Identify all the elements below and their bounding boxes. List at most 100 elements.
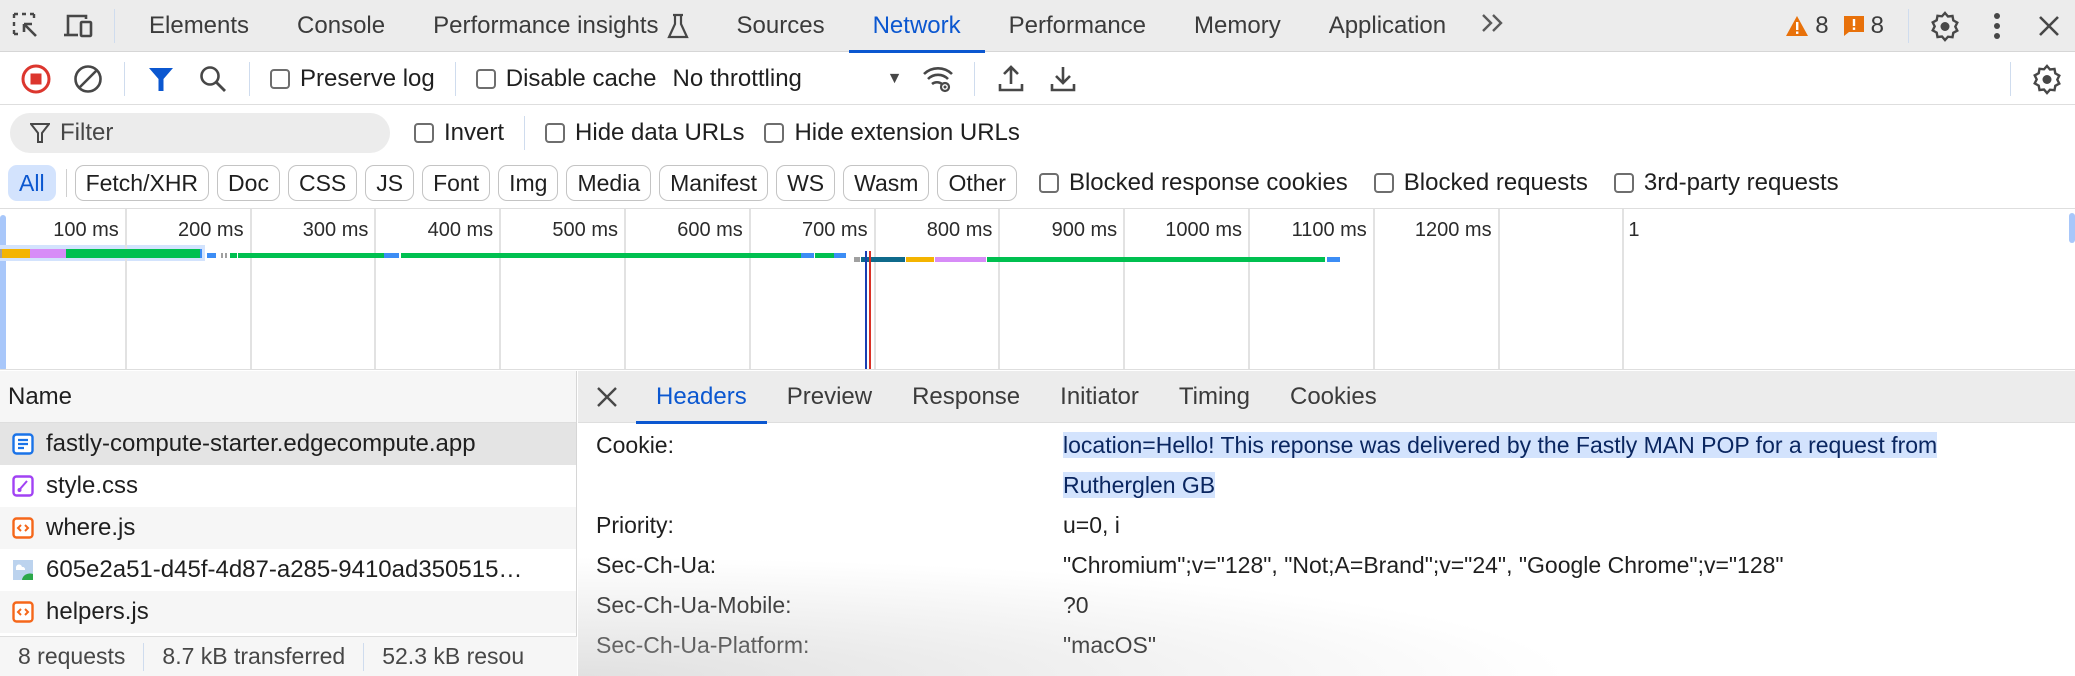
tab-preview[interactable]: Preview xyxy=(767,371,892,423)
request-row[interactable]: style.css xyxy=(0,465,576,507)
overview-request-bar-segment xyxy=(934,257,986,262)
chip-label: Manifest xyxy=(670,169,758,196)
clear-log-icon[interactable] xyxy=(62,53,114,105)
inspect-element-icon[interactable] xyxy=(0,0,52,52)
image-file-icon xyxy=(12,559,34,581)
chip-wasm[interactable]: Wasm xyxy=(843,165,930,201)
tab-label: Performance insights xyxy=(433,11,659,39)
overview-right-handle[interactable] xyxy=(2069,213,2075,243)
blocked-response-cookies-checkbox[interactable]: Blocked response cookies xyxy=(1038,169,1348,197)
issue-icon xyxy=(1843,15,1864,36)
tab-network[interactable]: Network xyxy=(848,0,985,53)
tab-timing[interactable]: Timing xyxy=(1159,371,1270,423)
network-toolbar: Preserve log Disable cache No throttling… xyxy=(0,53,2075,105)
header-value[interactable]: ?0 xyxy=(1063,585,2053,625)
overview-tick-label: 1100 ms xyxy=(1291,219,1367,241)
checkbox-box[interactable] xyxy=(1613,173,1634,193)
request-row[interactable]: where.js xyxy=(0,507,576,549)
tab-performance-insights[interactable]: Performance insights xyxy=(409,0,712,52)
hide-extension-urls-checkbox[interactable]: Hide extension URLs xyxy=(764,119,1020,147)
chip-other[interactable]: Other xyxy=(937,165,1017,201)
tab-cookies[interactable]: Cookies xyxy=(1270,371,1397,423)
chip-css[interactable]: CSS xyxy=(287,165,358,201)
tab-memory[interactable]: Memory xyxy=(1170,0,1305,52)
header-row: Sec-Ch-Ua: "Chromium";v="128", "Not;A=Br… xyxy=(578,545,2075,585)
device-toolbar-icon[interactable] xyxy=(52,0,104,52)
more-tabs-chevron-icon[interactable] xyxy=(1470,10,1516,41)
hide-data-urls-checkbox[interactable]: Hide data URLs xyxy=(545,119,744,147)
transferred-size: 8.7 kB transferred xyxy=(162,643,346,669)
chip-ws[interactable]: WS xyxy=(776,165,836,201)
blocked-requests-checkbox[interactable]: Blocked requests xyxy=(1373,169,1588,197)
filter-funnel-icon[interactable] xyxy=(135,53,187,105)
tab-sources[interactable]: Sources xyxy=(713,0,849,52)
export-har-download-icon[interactable] xyxy=(1037,53,1089,105)
header-value[interactable]: u=0, i xyxy=(1063,505,2053,545)
chip-img[interactable]: Img xyxy=(498,165,559,201)
overview-request-bar-segment xyxy=(853,257,860,262)
chip-fetch-xhr[interactable]: Fetch/XHR xyxy=(74,165,210,201)
separator xyxy=(1908,8,1909,43)
checkbox-box[interactable] xyxy=(270,68,290,89)
invert-checkbox[interactable]: Invert xyxy=(414,119,504,147)
request-name: helpers.js xyxy=(46,598,149,625)
disable-cache-checkbox[interactable]: Disable cache xyxy=(475,65,656,93)
checkbox-box[interactable] xyxy=(545,123,566,143)
request-row[interactable]: helpers.js xyxy=(0,591,576,633)
preserve-log-checkbox[interactable]: Preserve log xyxy=(270,65,435,93)
checkbox-box[interactable] xyxy=(1038,173,1059,193)
warnings-badge[interactable]: 8 xyxy=(1785,12,1829,40)
header-value[interactable]: location=Hello! This reponse was deliver… xyxy=(1063,425,2053,505)
chip-js[interactable]: JS xyxy=(365,165,415,201)
checkbox-box[interactable] xyxy=(475,68,496,89)
checkbox-label: Hide data URLs xyxy=(575,119,745,146)
dom-content-loaded-marker xyxy=(864,251,867,369)
tab-label: Console xyxy=(297,11,386,39)
checkbox-box[interactable] xyxy=(764,123,785,143)
close-devtools-icon[interactable] xyxy=(2023,0,2075,52)
close-details-icon[interactable] xyxy=(578,371,636,423)
request-name: 605e2a51-d45f-4d87-a285-9410ad350515… xyxy=(46,556,523,583)
header-key: Priority: xyxy=(596,512,674,538)
issues-badge[interactable]: 8 xyxy=(1843,12,1884,40)
chip-media[interactable]: Media xyxy=(566,165,652,201)
stop-recording-icon[interactable] xyxy=(10,53,62,105)
network-conditions-icon[interactable] xyxy=(912,53,964,105)
chip-doc[interactable]: Doc xyxy=(217,165,280,201)
checkbox-label: 3rd-party requests xyxy=(1643,169,1839,196)
overview-request-bar-segment xyxy=(801,253,814,258)
chip-manifest[interactable]: Manifest xyxy=(659,165,769,201)
chip-font[interactable]: Font xyxy=(422,165,491,201)
filter-input[interactable]: Filter xyxy=(10,113,390,153)
request-row[interactable]: 605e2a51-d45f-4d87-a285-9410ad350515… xyxy=(0,549,576,591)
third-party-requests-checkbox[interactable]: 3rd-party requests xyxy=(1613,169,1839,197)
chip-all[interactable]: All xyxy=(8,165,56,201)
tab-headers[interactable]: Headers xyxy=(636,371,767,424)
tab-application[interactable]: Application xyxy=(1305,0,1470,52)
script-file-icon xyxy=(12,517,34,539)
tab-initiator[interactable]: Initiator xyxy=(1040,371,1159,423)
tab-console[interactable]: Console xyxy=(273,0,409,52)
tab-performance[interactable]: Performance xyxy=(985,0,1170,52)
header-key: Sec-Ch-Ua: xyxy=(596,552,717,578)
filter-row: Filter Invert Hide data URLs Hide extens… xyxy=(0,106,2075,160)
network-overview-timeline[interactable]: 100 ms 200 ms 300 ms 400 ms 500 ms 600 ms 700 … xyxy=(0,208,2075,370)
tab-response[interactable]: Response xyxy=(892,371,1040,423)
overview-request-bar-segment xyxy=(987,257,1326,262)
tab-elements[interactable]: Elements xyxy=(125,0,273,52)
overview-request-bar-segment xyxy=(1326,257,1341,262)
checkbox-box[interactable] xyxy=(414,123,434,143)
throttling-select[interactable]: No throttling ▼ xyxy=(672,65,912,93)
network-settings-gear-icon[interactable] xyxy=(2021,53,2073,105)
selected-text[interactable]: location=Hello! This reponse was deliver… xyxy=(1063,432,1938,498)
search-icon[interactable] xyxy=(187,53,239,105)
header-value[interactable]: "Chromium";v="128", "Not;A=Brand";v="24"… xyxy=(1063,545,2053,585)
checkbox-label: Blocked response cookies xyxy=(1068,169,1348,196)
request-row[interactable]: fastly-compute-starter.edgecompute.app xyxy=(0,423,576,465)
checkbox-box[interactable] xyxy=(1373,173,1394,193)
header-value[interactable]: "macOS" xyxy=(1063,625,2053,665)
column-header-name[interactable]: Name xyxy=(0,371,576,423)
import-har-upload-icon[interactable] xyxy=(985,53,1037,105)
more-options-kebab-icon[interactable] xyxy=(1971,0,2023,52)
settings-gear-icon[interactable] xyxy=(1919,0,1971,52)
